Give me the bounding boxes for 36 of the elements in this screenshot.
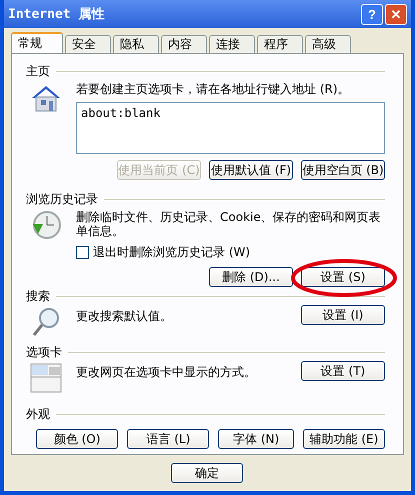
tab[interactable]: 安全 — [65, 35, 111, 53]
address-field[interactable]: about:blank — [76, 102, 385, 154]
section-title: 浏览历史记录 — [26, 190, 98, 208]
section-title: 主页 — [26, 62, 50, 80]
section-title: 搜索 — [26, 288, 50, 304]
house-icon — [31, 84, 61, 112]
delete-on-exit-checkbox[interactable]: 退出时删除浏览历史记录 (W) — [76, 244, 385, 261]
history-button[interactable]: 设置 (S) — [301, 267, 385, 287]
tab[interactable]: 隐私 — [113, 35, 159, 53]
section-title: 外观 — [26, 406, 50, 422]
history-description: 删除临时文件、历史记录、Cookie、保存的密码和网页表单信息。 — [76, 210, 382, 238]
ok-button[interactable]: 确定 — [171, 463, 243, 483]
section-title: 选项卡 — [26, 344, 62, 360]
clock-icon — [31, 210, 61, 240]
home-button[interactable]: 使用默认值 (F) — [209, 160, 293, 180]
history-button[interactable]: 删除 (D)... — [209, 267, 293, 287]
appearance-button[interactable]: 辅助功能 (E) — [302, 429, 385, 449]
search-settings-button[interactable]: 设置 (I) — [301, 305, 385, 325]
search-description: 更改搜索默认值。 — [76, 309, 172, 323]
home-hint: 若要创建主页选项卡，请在各地址行键入地址 (R)。 — [76, 82, 351, 96]
close-button[interactable]: ✕ — [385, 4, 407, 24]
appearance-button[interactable]: 语言 (L) — [127, 429, 210, 449]
tab[interactable]: 高级 — [305, 35, 351, 53]
tab[interactable]: 连接 — [209, 35, 255, 53]
tabs-description: 更改网页在选项卡中显示的方式。 — [76, 365, 256, 379]
tabs-settings-button[interactable]: 设置 (T) — [301, 361, 385, 381]
appearance-button[interactable]: 字体 (N) — [218, 429, 294, 449]
help-button[interactable]: ? — [361, 4, 383, 24]
tab[interactable]: 程序 — [257, 35, 303, 53]
tab[interactable]: 内容 — [161, 35, 207, 53]
tabs-icon — [30, 363, 62, 393]
appearance-button[interactable]: 颜色 (O) — [36, 429, 118, 449]
search-icon — [31, 307, 61, 337]
home-button[interactable]: 使用空白页 (B) — [301, 160, 385, 180]
window-title: Internet 属性 — [8, 6, 104, 23]
tab[interactable]: 常规 — [11, 32, 63, 53]
